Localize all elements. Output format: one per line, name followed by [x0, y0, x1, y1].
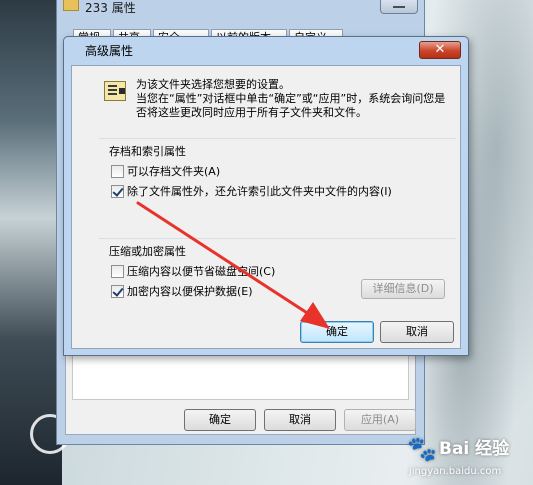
properties-title: 233 属性: [85, 1, 136, 15]
compress-checkbox-label[interactable]: 压缩内容以便节省磁盘空间(C): [127, 265, 275, 279]
watermark-url: jingyan.baidu.com: [409, 466, 502, 477]
properties-cancel-button[interactable]: 取消: [264, 409, 336, 431]
archive-group-label: 存档和索引属性: [109, 145, 186, 158]
archive-checkbox[interactable]: [111, 165, 124, 178]
compress-group-label: 压缩或加密属性: [109, 245, 186, 258]
folder-icon: [63, 0, 79, 11]
paw-icon: 🐾: [407, 435, 437, 463]
advanced-instruction: 为该文件夹选择您想要的设置。: [136, 78, 290, 91]
watermark-name: Bai 经验: [439, 439, 510, 459]
baidu-watermark: 🐾 Bai 经验 jingyan.baidu.com: [405, 436, 529, 484]
close-icon[interactable]: ✕: [419, 41, 461, 59]
advanced-titlebar: 高级属性 ✕: [64, 37, 468, 65]
advanced-attributes-dialog: 高级属性 ✕ 为该文件夹选择您想要的设置。 当您在“属性”对话框中单击“确定”或…: [63, 36, 469, 356]
properties-ok-button[interactable]: 确定: [184, 409, 256, 431]
folder-properties-icon: [104, 81, 126, 101]
properties-titlebar: 233 属性: [57, 0, 424, 18]
cancel-button[interactable]: 取消: [380, 321, 454, 343]
advanced-body: 为该文件夹选择您想要的设置。 当您在“属性”对话框中单击“确定”或“应用”时，系…: [71, 65, 461, 349]
index-checkbox-label[interactable]: 除了文件属性外，还允许索引此文件夹中文件的内容(I): [127, 185, 392, 199]
advanced-description: 当您在“属性”对话框中单击“确定”或“应用”时，系统会询问您是否将这些更改同时应…: [136, 92, 446, 119]
encrypt-checkbox[interactable]: [111, 285, 124, 298]
compress-checkbox[interactable]: [111, 265, 124, 278]
properties-minimize-button[interactable]: [380, 0, 418, 14]
encrypt-checkbox-label[interactable]: 加密内容以便保护数据(E): [127, 285, 253, 299]
advanced-title: 高级属性: [85, 44, 134, 58]
index-checkbox[interactable]: [111, 185, 124, 198]
details-button[interactable]: 详细信息(D): [361, 279, 445, 299]
archive-checkbox-label[interactable]: 可以存档文件夹(A): [127, 165, 220, 179]
background-figure-image: [0, 0, 62, 485]
properties-apply-button[interactable]: 应用(A): [344, 409, 416, 431]
ok-button[interactable]: 确定: [300, 321, 374, 343]
archive-index-group: 存档和索引属性 可以存档文件夹(A) 除了文件属性外，还允许索引此文件夹中文件的…: [99, 138, 456, 238]
